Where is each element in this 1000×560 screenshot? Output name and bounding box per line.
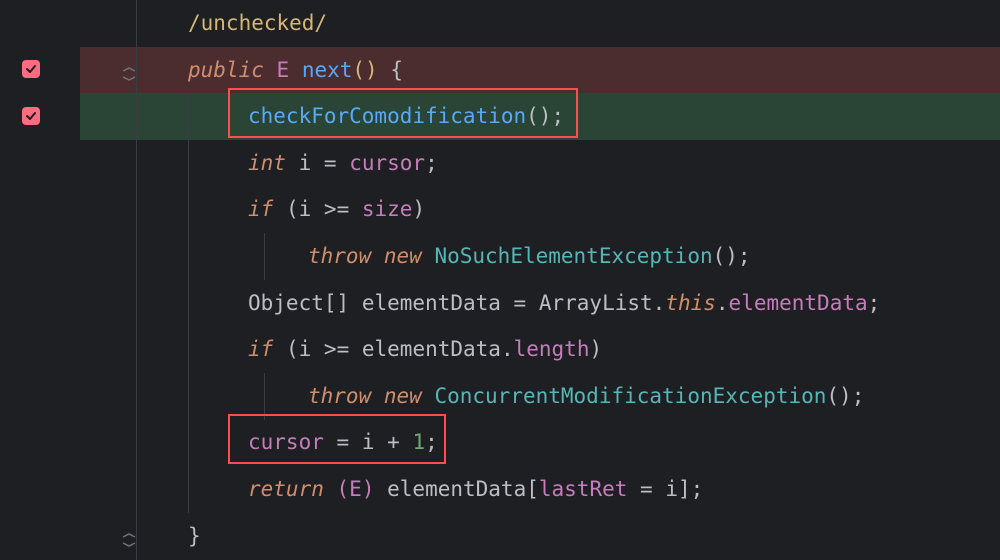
code-line[interactable]: if (i >= elementData.length): [80, 326, 1000, 373]
code-line[interactable]: throw new NoSuchElementException();: [80, 233, 1000, 280]
diff-checkbox[interactable]: [22, 60, 40, 78]
code-lines[interactable]: /unchecked/ public E next() { checkForCo…: [80, 0, 1000, 560]
code-line[interactable]: if (i >= size): [80, 186, 1000, 233]
code-text: int i = cursor;: [248, 140, 438, 187]
code-text: return (E) elementData[lastRet = i];: [248, 466, 703, 513]
code-line[interactable]: throw new ConcurrentModificationExceptio…: [80, 373, 1000, 420]
code-text: public E next() {: [188, 47, 403, 94]
code-text: Object[] elementData = ArrayList.this.el…: [248, 280, 880, 327]
code-text: if (i >= elementData.length): [248, 326, 602, 373]
code-line[interactable]: cursor = i + 1;: [80, 419, 1000, 466]
code-line[interactable]: }: [80, 513, 1000, 560]
code-text: if (i >= size): [248, 186, 425, 233]
code-text: throw new NoSuchElementException();: [308, 233, 751, 280]
gutter: [0, 0, 60, 560]
code-line[interactable]: public E next() {: [80, 47, 1000, 94]
code-text: throw new ConcurrentModificationExceptio…: [308, 373, 864, 420]
code-line[interactable]: int i = cursor;: [80, 140, 1000, 187]
code-line[interactable]: return (E) elementData[lastRet = i];: [80, 466, 1000, 513]
diff-checkbox[interactable]: [22, 107, 40, 125]
code-line[interactable]: checkForComodification();: [80, 93, 1000, 140]
code-line[interactable]: Object[] elementData = ArrayList.this.el…: [80, 280, 1000, 327]
code-line[interactable]: /unchecked/: [80, 0, 1000, 47]
code-text: }: [188, 513, 201, 560]
code-editor[interactable]: /unchecked/ public E next() { checkForCo…: [0, 0, 1000, 560]
fold-column: [60, 0, 80, 560]
code-token: /unchecked/: [188, 11, 327, 35]
code-text: checkForComodification();: [248, 93, 564, 140]
code-text: cursor = i + 1;: [248, 419, 438, 466]
